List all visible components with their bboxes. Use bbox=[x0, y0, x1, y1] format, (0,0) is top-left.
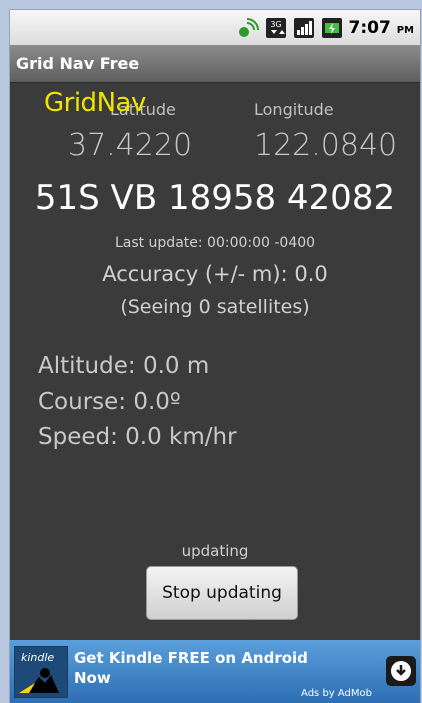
satellite-count: (Seeing 0 satellites) bbox=[120, 296, 310, 318]
app-title: Grid Nav Free bbox=[16, 54, 140, 73]
ad-headline[interactable]: Get Kindle FREE on Android Now bbox=[74, 648, 314, 688]
stop-updating-button[interactable]: Stop updating bbox=[146, 566, 298, 620]
clock-time: 7:07 bbox=[348, 17, 391, 38]
svg-text:3G: 3G bbox=[270, 20, 281, 29]
altitude: Altitude: 0.0 m bbox=[38, 353, 210, 379]
gps-signal-icon bbox=[237, 17, 259, 39]
clock-ampm: PM bbox=[396, 24, 414, 36]
signal-bars-icon bbox=[293, 17, 315, 39]
gridnav-logo: GridNav bbox=[44, 88, 146, 118]
ad-banner[interactable]: kindle Get Kindle FREE on Android Now Ad… bbox=[10, 640, 420, 703]
longitude-value: 122.0840 bbox=[254, 128, 398, 163]
speed: Speed: 0.0 km/hr bbox=[38, 424, 237, 450]
accuracy: Accuracy (+/- m): 0.0 bbox=[102, 262, 328, 286]
download-icon[interactable] bbox=[386, 656, 416, 686]
kindle-logo: kindle bbox=[14, 646, 68, 698]
battery-charging-icon bbox=[321, 17, 343, 39]
last-update: Last update: 00:00:00 -0400 bbox=[114, 235, 316, 251]
status-bar: 3G 7:07 PM bbox=[10, 10, 420, 45]
grid-reference: 51S VB 18958 42082 bbox=[34, 178, 396, 218]
clock: 7:07 PM bbox=[349, 18, 415, 38]
latitude-value: 37.4220 bbox=[68, 128, 193, 163]
longitude-label: Longitude bbox=[254, 100, 334, 119]
ad-attribution: Ads by AdMob bbox=[301, 688, 372, 699]
course: Course: 0.0º bbox=[38, 389, 181, 415]
phone-screen: 3G 7:07 PM Grid Nav Free Latitude Longit… bbox=[10, 10, 420, 703]
app-title-bar: Grid Nav Free bbox=[10, 45, 420, 83]
update-status: updating bbox=[181, 542, 249, 560]
3g-data-icon: 3G bbox=[265, 17, 287, 39]
